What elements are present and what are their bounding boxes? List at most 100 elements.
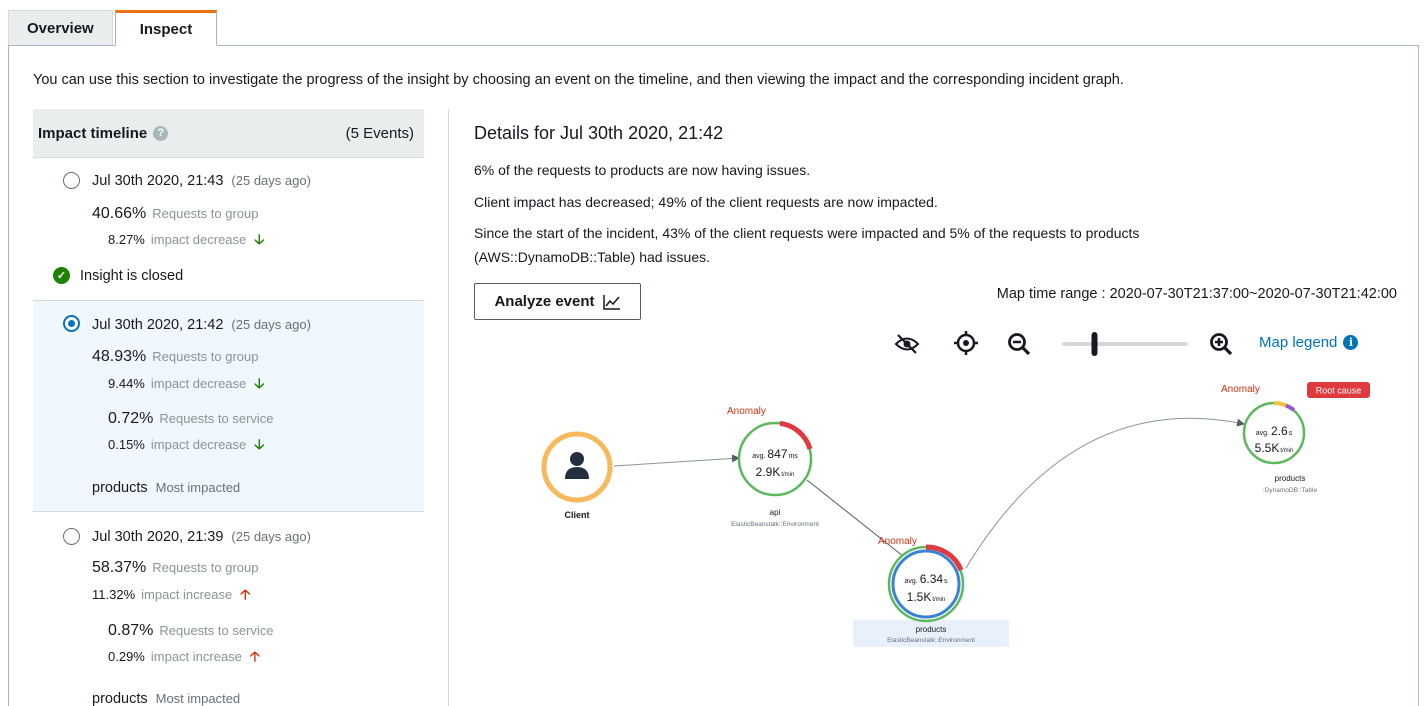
group-change-label: impact decrease xyxy=(150,232,247,247)
timeline-event[interactable]: Jul 30th 2020, 21:39 (25 days ago) 58.37%… xyxy=(33,512,424,706)
arrow-up-icon: 🡡 xyxy=(249,648,260,664)
service-metric: 0.72% Requests to service xyxy=(108,410,274,428)
closed-text: Insight is closed xyxy=(80,267,184,284)
details-line-3a: Since the start of the incident, 43% of … xyxy=(474,225,1140,241)
details-title: Details for Jul 30th 2020, 21:42 xyxy=(474,123,724,143)
products-eb-name: products xyxy=(916,625,947,634)
service-change-label: impact increase xyxy=(150,649,242,664)
node-client[interactable]: Client xyxy=(541,431,613,520)
service-name: products xyxy=(92,480,148,496)
event-date-text: Jul 30th 2020, 21:43 xyxy=(92,173,224,189)
info-icon[interactable]: i xyxy=(1343,335,1359,350)
arrow-up-icon: 🡡 xyxy=(240,586,251,602)
event-radio[interactable] xyxy=(63,172,80,189)
insight-closed-status: ✓ Insight is closed xyxy=(53,267,183,284)
service-pct: 0.72% xyxy=(108,410,154,427)
edge-client-api[interactable] xyxy=(613,454,740,467)
most-impacted: products Most impacted xyxy=(92,479,240,496)
timeline-event-selected[interactable]: Jul 30th 2020, 21:42 (25 days ago) 48.93%… xyxy=(33,300,424,512)
service-name: products xyxy=(92,691,148,706)
timeline-title-label: Impact timeline xyxy=(38,124,148,142)
event-date-text: Jul 30th 2020, 21:42 xyxy=(92,317,224,333)
group-label: Requests to group xyxy=(152,560,259,575)
timeline-header: Impact timeline ? (5 Events) xyxy=(33,109,424,158)
question-circle-icon[interactable]: ? xyxy=(153,125,169,141)
most-impacted: products Most impacted xyxy=(92,690,240,706)
dynamodb-name: products xyxy=(1275,474,1306,483)
event-count: (5 Events) xyxy=(345,124,414,142)
event-ago: (25 days ago) xyxy=(231,529,311,544)
node-products-dynamodb[interactable]: Anomaly Root cause avg. 2.6s 5.5Kt/min pr… xyxy=(1221,382,1370,494)
group-metric: 40.66% Requests to group xyxy=(92,205,259,223)
event-radio[interactable] xyxy=(63,528,80,545)
node-products-eb[interactable]: Anomaly avg. 6.34s 1.5Kt/min products Ela… xyxy=(853,536,1009,647)
zoom-slider[interactable] xyxy=(1062,331,1188,357)
group-change: 11.32% impact increase 🡡 xyxy=(92,584,250,608)
event-date-text: Jul 30th 2020, 21:39 xyxy=(92,529,224,545)
service-note: Most impacted xyxy=(155,691,241,706)
products-eb-type: ElasticBeanstalk::Environment xyxy=(887,637,975,644)
event-ago: (25 days ago) xyxy=(231,317,311,332)
service-label: Requests to service xyxy=(159,623,274,638)
event-date: Jul 30th 2020, 21:39 (25 days ago) xyxy=(92,529,311,545)
map-legend-label[interactable]: Map legend xyxy=(1259,334,1337,351)
edge-products-dynamodb[interactable] xyxy=(965,417,1245,569)
group-label: Requests to group xyxy=(152,349,259,364)
service-graph[interactable]: Client Anomaly avg. 847ms 2.9Kt/min api E… xyxy=(474,379,1404,706)
event-radio-checked[interactable] xyxy=(63,315,80,332)
service-note: Most impacted xyxy=(155,480,241,495)
map-legend-link[interactable]: Map legend i xyxy=(1259,334,1359,351)
column-divider xyxy=(448,109,449,706)
event-ago: (25 days ago) xyxy=(231,173,311,188)
group-label: Requests to group xyxy=(152,206,259,221)
service-change: 0.15% impact decrease 🡣 xyxy=(108,434,264,458)
hide-eye-icon[interactable] xyxy=(894,333,920,355)
group-change-pct: 11.32% xyxy=(92,587,136,602)
analyze-event-label: Analyze event xyxy=(494,293,595,310)
zoom-out-icon[interactable] xyxy=(1007,332,1031,356)
details-line-2: Client impact has decreased; 49% of the … xyxy=(474,194,938,210)
arrow-down-icon: 🡣 xyxy=(254,436,265,452)
dynamodb-anomaly-label: Anomaly xyxy=(1221,384,1260,395)
group-change: 8.27% impact decrease 🡣 xyxy=(108,229,264,253)
service-change-pct: 0.15% xyxy=(108,437,145,452)
event-date: Jul 30th 2020, 21:43 (25 days ago) xyxy=(92,173,311,189)
group-change-pct: 9.44% xyxy=(108,376,145,391)
details-panel: Details for Jul 30th 2020, 21:42 6% of t… xyxy=(474,109,1405,706)
group-change-label: impact decrease xyxy=(150,376,247,391)
line-chart-icon xyxy=(602,294,620,310)
group-pct: 40.66% xyxy=(92,205,147,222)
details-line-1: 6% of the requests to products are now h… xyxy=(474,162,811,178)
tab-overview[interactable]: Overview xyxy=(8,10,113,46)
group-pct: 58.37% xyxy=(92,559,147,576)
tab-bar: Overview Inspect xyxy=(8,10,218,46)
group-change: 9.44% impact decrease 🡣 xyxy=(108,373,264,397)
group-metric: 58.37% Requests to group xyxy=(92,559,259,577)
tab-inspect[interactable]: Inspect xyxy=(114,10,218,46)
edge-api-products[interactable] xyxy=(806,479,909,561)
service-change-label: impact decrease xyxy=(150,437,247,452)
products-eb-anomaly-label: Anomaly xyxy=(878,536,917,547)
zoom-in-icon[interactable] xyxy=(1209,332,1233,356)
node-api[interactable]: Anomaly avg. 847ms 2.9Kt/min api ElasticB… xyxy=(727,406,819,528)
api-type: ElasticBeanstalk::Environment xyxy=(731,521,819,528)
group-pct: 48.93% xyxy=(92,348,147,365)
map-time-range: Map time range : 2020-07-30T21:37:00~202… xyxy=(996,286,1397,302)
intro-text: You can use this section to investigate … xyxy=(33,72,1124,88)
service-label: Requests to service xyxy=(159,411,274,426)
group-change-label: impact increase xyxy=(141,587,233,602)
analyze-event-button[interactable]: Analyze event xyxy=(474,283,641,320)
dynamodb-type: :DynamoDB::Table xyxy=(1263,487,1318,494)
api-anomaly-label: Anomaly xyxy=(727,406,766,417)
service-change: 0.29% impact increase 🡡 xyxy=(108,646,260,670)
zoom-slider-thumb[interactable] xyxy=(1091,332,1098,356)
locate-target-icon[interactable] xyxy=(954,331,978,355)
timeline-event[interactable]: Jul 30th 2020, 21:43 (25 days ago) 40.66%… xyxy=(33,159,424,300)
impact-timeline: Impact timeline ? (5 Events) Jul 30th 20… xyxy=(33,109,424,706)
api-name: api xyxy=(770,508,781,517)
root-cause-label: Root cause xyxy=(1316,386,1362,396)
event-date: Jul 30th 2020, 21:42 (25 days ago) xyxy=(92,317,311,333)
details-line-3b: (AWS::DynamoDB::Table) had issues. xyxy=(474,249,711,265)
check-circle-icon: ✓ xyxy=(53,267,70,284)
timeline-title: Impact timeline ? xyxy=(38,124,169,142)
